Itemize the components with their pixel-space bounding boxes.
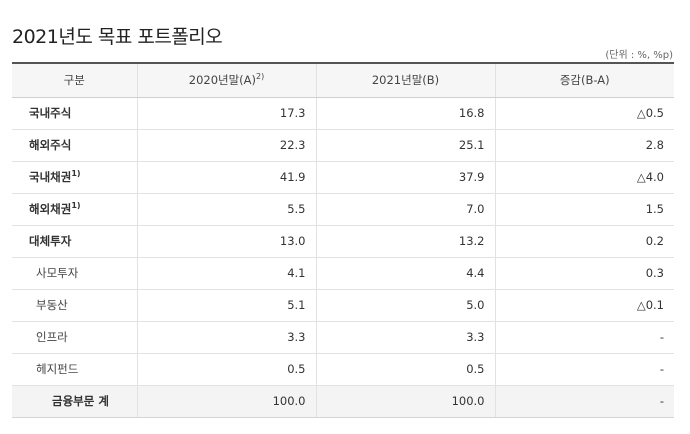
value-change: 1.5 [494,193,674,226]
value-2020: 13.0 [136,225,316,258]
row-label: 헤지펀드 [12,353,137,386]
value-change: △4.0 [494,161,674,194]
value-2021: 3.3 [315,321,495,354]
value-2020: 5.5 [136,193,316,226]
page-title: 2021년도 목표 포트폴리오 [12,26,223,48]
portfolio-table: 구분 2020년말(A)2) 2021년말(B) 증감(B-A) 국내주식 17… [12,62,674,418]
value-change: - [494,353,674,386]
value-2021: 16.8 [315,97,495,130]
value-2021: 0.5 [315,353,495,386]
header-change: 증감(B-A) [494,63,674,98]
table-header-row: 구분 2020년말(A)2) 2021년말(B) 증감(B-A) [12,63,674,98]
value-2020: 41.9 [136,161,316,194]
table-row: 인프라 3.3 3.3 - [12,321,674,354]
total-2020: 100.0 [136,385,316,418]
header-2021: 2021년말(B) [315,63,495,98]
total-change: - [494,385,674,418]
value-change: △0.5 [494,97,674,130]
value-change: 0.2 [494,225,674,258]
value-2021: 7.0 [315,193,495,226]
table-row: 국내채권1) 41.9 37.9 △4.0 [12,161,674,194]
value-2021: 37.9 [315,161,495,194]
total-2021: 100.0 [315,385,495,418]
row-label: 해외주식 [12,129,137,162]
table-row: 해외주식 22.3 25.1 2.8 [12,129,674,162]
row-label: 국내채권1) [12,161,137,194]
value-2020: 5.1 [136,289,316,322]
value-2020: 22.3 [136,129,316,162]
table-row: 해외채권1) 5.5 7.0 1.5 [12,193,674,226]
value-2021: 5.0 [315,289,495,322]
table-row: 대체투자 13.0 13.2 0.2 [12,225,674,258]
value-2020: 3.3 [136,321,316,354]
value-change: 0.3 [494,257,674,290]
value-2021: 4.4 [315,257,495,290]
total-row: 금융부문 계 100.0 100.0 - [12,385,674,418]
table-row: 부동산 5.1 5.0 △0.1 [12,289,674,322]
value-2021: 13.2 [315,225,495,258]
header-2020: 2020년말(A)2) [136,63,316,98]
row-label: 해외채권1) [12,193,137,226]
row-label: 부동산 [12,289,137,322]
row-label: 국내주식 [12,97,137,130]
header-category: 구분 [12,63,137,98]
value-2020: 0.5 [136,353,316,386]
value-change: △0.1 [494,289,674,322]
total-label: 금융부문 계 [12,385,137,418]
unit-note: (단위 : %, %p) [605,50,673,61]
value-2021: 25.1 [315,129,495,162]
value-change: 2.8 [494,129,674,162]
table-row: 헤지펀드 0.5 0.5 - [12,353,674,386]
row-label: 사모투자 [12,257,137,290]
row-label: 대체투자 [12,225,137,258]
row-label: 인프라 [12,321,137,354]
table-row: 국내주식 17.3 16.8 △0.5 [12,97,674,130]
value-2020: 17.3 [136,97,316,130]
value-change: - [494,321,674,354]
table-row: 사모투자 4.1 4.4 0.3 [12,257,674,290]
value-2020: 4.1 [136,257,316,290]
